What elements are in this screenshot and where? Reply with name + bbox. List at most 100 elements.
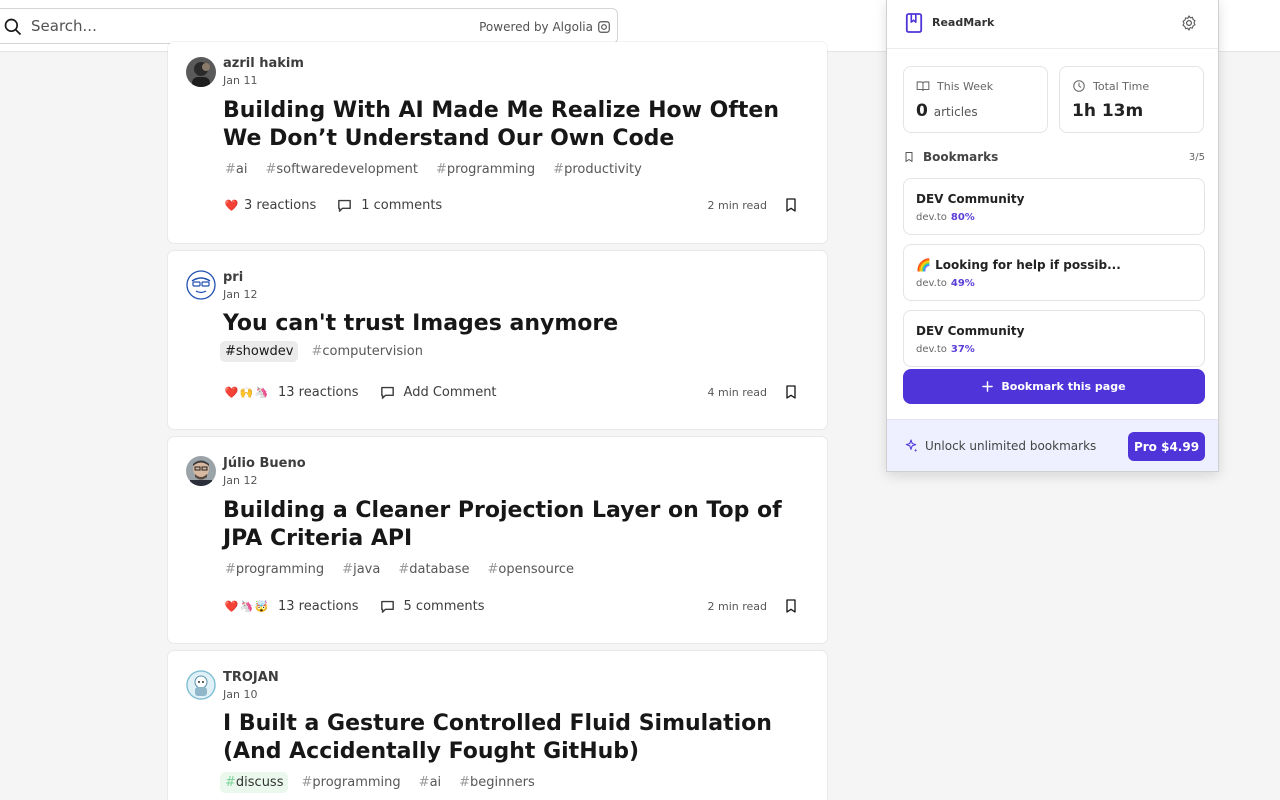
algolia-attribution[interactable]: Powered by Algolia xyxy=(479,20,611,34)
comment-icon xyxy=(338,199,352,212)
article-meta: ❤️ 🦄 🤯 13 reactions 5 comments 2 min rea… xyxy=(223,597,799,615)
popup-header: ReadMark xyxy=(887,0,1218,49)
read-time: 2 min read xyxy=(707,198,767,212)
add-comment-label: Add Comment xyxy=(403,384,497,400)
tag[interactable]: #computervision xyxy=(306,341,428,362)
bookmark-meta: dev.to 80% xyxy=(916,212,975,223)
avatar[interactable] xyxy=(186,456,216,486)
sparkle-icon xyxy=(905,439,918,452)
article-title[interactable]: You can't trust Images anymore xyxy=(223,310,813,338)
tag[interactable]: #softwaredevelopment xyxy=(260,159,423,180)
read-time: 2 min read xyxy=(707,599,767,613)
bookmark-meta: dev.to 49% xyxy=(916,278,975,289)
tag-list: #ai #softwaredevelopment #programming #p… xyxy=(220,159,647,180)
bookmark-item[interactable]: DEV Community dev.to 37% xyxy=(903,310,1205,367)
article-title[interactable]: I Built a Gesture Controlled Fluid Simul… xyxy=(223,710,813,766)
comments-button[interactable]: 5 comments xyxy=(379,598,485,615)
article-meta: ❤️ 3 reactions 1 comments 2 min read xyxy=(223,196,799,214)
tag-list: #showdev #computervision xyxy=(220,341,428,362)
stat-value: 0 articles xyxy=(916,101,978,121)
gear-icon[interactable] xyxy=(1180,14,1198,32)
tag[interactable]: #productivity xyxy=(548,159,647,180)
post-date: Jan 11 xyxy=(223,74,258,87)
plus-icon xyxy=(982,381,994,392)
pro-upgrade-button[interactable]: Pro $4.99 xyxy=(1128,432,1205,461)
stat-value: 1h 13m xyxy=(1072,101,1144,121)
tag[interactable]: #showdev xyxy=(220,341,299,362)
avatar[interactable] xyxy=(186,270,216,300)
comments-count: 1 comments xyxy=(361,197,443,213)
bookmark-meta: dev.to 37% xyxy=(916,344,975,355)
article-card[interactable]: TROJAN Jan 10 I Built a Gesture Controll… xyxy=(168,651,827,800)
reactions-button[interactable]: ❤️ 3 reactions xyxy=(223,196,317,214)
unicorn-icon: 🦄 xyxy=(253,383,270,401)
author-name[interactable]: azril hakim xyxy=(223,56,304,71)
tag[interactable]: #beginners xyxy=(454,772,540,793)
bookmark-icon[interactable] xyxy=(783,597,799,615)
reactions-button[interactable]: ❤️ 🙌 🦄 13 reactions xyxy=(223,383,359,401)
tag[interactable]: #opensource xyxy=(483,559,580,580)
comment-icon xyxy=(380,386,394,399)
stat-label: This Week xyxy=(937,80,994,93)
article-card[interactable]: Júlio Bueno Jan 12 Building a Cleaner Pr… xyxy=(168,437,827,643)
bookmark-item[interactable]: DEV Community dev.to 80% xyxy=(903,178,1205,235)
search-icon xyxy=(4,18,22,36)
tag[interactable]: #ai xyxy=(414,772,446,793)
heart-icon: ❤️ xyxy=(223,196,240,214)
tag[interactable]: #database xyxy=(393,559,474,580)
bookmark-title: 🌈 Looking for help if possib... xyxy=(916,258,1121,272)
brand-name: ReadMark xyxy=(932,16,995,29)
tag[interactable]: #programming xyxy=(220,559,329,580)
bookmark-this-page-label: Bookmark this page xyxy=(1001,380,1126,393)
clock-icon xyxy=(1073,80,1085,92)
article-title[interactable]: Building With AI Made Me Realize How Oft… xyxy=(223,97,813,153)
bookmarks-title: Bookmarks xyxy=(923,150,999,164)
bookmark-title: DEV Community xyxy=(916,192,1025,206)
tag[interactable]: #discuss xyxy=(220,772,289,793)
article-card[interactable]: azril hakim Jan 11 Building With AI Made… xyxy=(168,42,827,243)
stat-total-time: Total Time 1h 13m xyxy=(1059,66,1204,133)
tag-list: #programming #java #database #opensource xyxy=(220,559,579,580)
post-date: Jan 12 xyxy=(223,474,258,487)
article-title[interactable]: Building a Cleaner Projection Layer on T… xyxy=(223,497,813,553)
book-icon xyxy=(905,13,923,33)
stat-this-week: This Week 0 articles xyxy=(903,66,1048,133)
post-date: Jan 10 xyxy=(223,688,258,701)
bookmark-this-page-button[interactable]: Bookmark this page xyxy=(903,369,1205,404)
reactions-count: 13 reactions xyxy=(278,384,359,400)
search-bar[interactable]: Powered by Algolia xyxy=(0,8,618,44)
reactions-button[interactable]: ❤️ 🦄 🤯 13 reactions xyxy=(223,597,359,615)
bookmark-icon[interactable] xyxy=(783,196,799,214)
bookmark-icon xyxy=(905,152,913,162)
bookmarks-header: Bookmarks 3/5 xyxy=(903,150,1205,164)
author-name[interactable]: pri xyxy=(223,270,243,285)
comments-button[interactable]: Add Comment xyxy=(379,384,497,401)
readmark-popup: ReadMark This Week 0 articles Total Time… xyxy=(886,0,1219,472)
powered-by-label: Powered by Algolia xyxy=(479,20,593,34)
author-name[interactable]: TROJAN xyxy=(223,670,279,685)
post-date: Jan 12 xyxy=(223,288,258,301)
tag[interactable]: #ai xyxy=(220,159,252,180)
avatar[interactable] xyxy=(186,57,216,87)
tag-list: #discuss #programming #ai #beginners xyxy=(220,772,540,793)
article-card[interactable]: pri Jan 12 You can't trust Images anymor… xyxy=(168,251,827,429)
tag[interactable]: #programming xyxy=(431,159,540,180)
comments-button[interactable]: 1 comments xyxy=(336,197,442,214)
comments-count: 5 comments xyxy=(403,598,485,614)
bookmark-icon[interactable] xyxy=(783,383,799,401)
tag[interactable]: #java xyxy=(337,559,385,580)
read-time: 4 min read xyxy=(707,385,767,399)
avatar[interactable] xyxy=(186,670,216,700)
search-input[interactable] xyxy=(31,15,471,37)
bookmark-item[interactable]: 🌈 Looking for help if possib... dev.to 49… xyxy=(903,244,1205,301)
article-meta: ❤️ 🙌 🦄 13 reactions Add Comment 4 min re… xyxy=(223,383,799,401)
tag[interactable]: #programming xyxy=(296,772,405,793)
exploding-head-icon: 🤯 xyxy=(253,597,270,615)
reactions-count: 13 reactions xyxy=(278,598,359,614)
reactions-count: 3 reactions xyxy=(244,197,317,213)
author-name[interactable]: Júlio Bueno xyxy=(223,456,306,471)
bookmark-title: DEV Community xyxy=(916,324,1025,338)
stat-label: Total Time xyxy=(1093,80,1150,93)
comment-icon xyxy=(380,600,394,613)
open-book-icon xyxy=(916,81,930,92)
